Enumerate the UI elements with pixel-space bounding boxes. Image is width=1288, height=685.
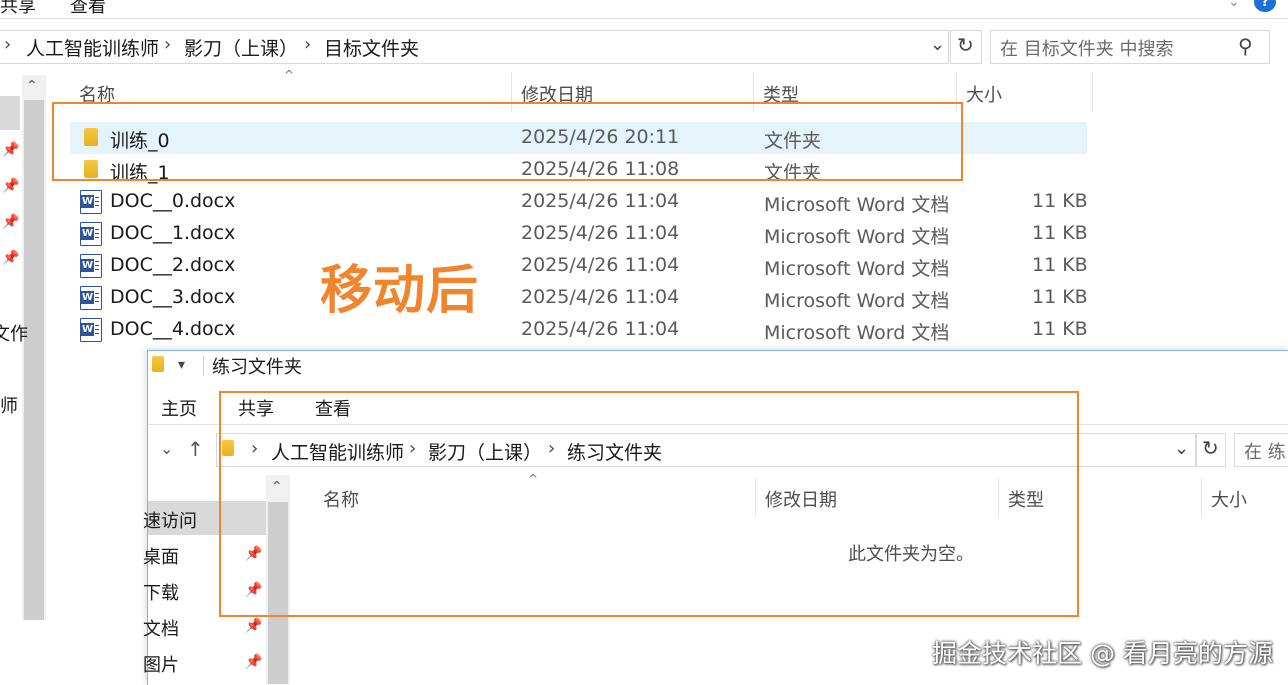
refresh-button[interactable]: ↻	[950, 30, 982, 64]
column-divider[interactable]	[1092, 72, 1093, 112]
file-date: 2025/4/26 11:04	[521, 222, 680, 244]
pin-icon[interactable]: 📌	[2, 250, 19, 266]
file-date: 2025/4/26 11:04	[521, 286, 680, 308]
file-size: 11 KB	[1032, 190, 1088, 212]
file-type: Microsoft Word 文档	[764, 194, 950, 216]
chevron-right-icon[interactable]: ›	[4, 34, 11, 55]
search-icon[interactable]: ⚲	[1238, 34, 1253, 58]
breadcrumb-item[interactable]: 目标文件夹	[324, 34, 419, 61]
nav-item-downloads[interactable]: 下载	[143, 579, 179, 605]
file-size: 11 KB	[1032, 286, 1088, 308]
file-type: Microsoft Word 文档	[764, 258, 950, 280]
word-doc-icon: W	[80, 190, 102, 214]
pin-icon[interactable]: 📌	[2, 178, 19, 194]
word-doc-icon: W	[80, 286, 102, 310]
file-name: DOC__0.docx	[110, 190, 236, 212]
file-name: DOC__3.docx	[110, 286, 236, 308]
right-edge-panel	[1270, 62, 1288, 392]
annotation-label: 移动后	[320, 261, 480, 321]
chevron-right-icon[interactable]: ›	[164, 34, 171, 55]
file-date: 2025/4/26 11:04	[521, 190, 680, 212]
file-type: Microsoft Word 文档	[764, 290, 950, 312]
folder-icon	[152, 356, 164, 372]
column-header-size[interactable]: 大小	[1211, 486, 1247, 512]
scroll-up-icon[interactable]: ⌃	[26, 78, 38, 94]
title-divider	[203, 356, 204, 376]
breadcrumb-item[interactable]: 人工智能训练师	[26, 34, 159, 61]
file-date: 2025/4/26 11:04	[521, 254, 680, 276]
address-dropdown-icon[interactable]: ⌄	[930, 34, 945, 55]
column-divider[interactable]	[1201, 478, 1202, 516]
word-doc-icon: W	[80, 254, 102, 278]
pin-icon[interactable]: 📌	[2, 142, 19, 158]
nav-item-desktop[interactable]: 桌面	[143, 543, 179, 569]
nav-item-documents[interactable]: 文档	[143, 615, 179, 641]
breadcrumb-item[interactable]: 影刀（上课）	[184, 34, 298, 61]
refresh-button[interactable]: ↻	[1196, 433, 1226, 467]
watermark: 掘金技术社区 @ 看月亮的方源	[932, 639, 1273, 668]
nav-scrollbar-thumb[interactable]	[24, 100, 44, 620]
address-dropdown-icon[interactable]: ⌄	[1174, 438, 1189, 459]
sort-ascending-icon: ^	[284, 68, 295, 82]
word-doc-icon: W	[80, 222, 102, 246]
ribbon-tab-home[interactable]: 主页	[161, 395, 197, 421]
pin-icon[interactable]: 📌	[245, 618, 262, 634]
file-size: 11 KB	[1032, 318, 1088, 340]
ribbon-tab-bar	[0, 0, 1288, 19]
word-doc-icon: W	[80, 318, 102, 342]
nav-item-quick-access[interactable]: 速访问	[143, 507, 197, 533]
file-type: Microsoft Word 文档	[764, 322, 950, 344]
ribbon-tab-share[interactable]: 共享	[0, 0, 36, 18]
pin-icon[interactable]: 📌	[245, 654, 262, 670]
nav-item-label[interactable]: 文作	[0, 320, 28, 346]
search-placeholder: 在 目标文件夹 中搜索	[1000, 39, 1174, 60]
file-name: DOC__2.docx	[110, 254, 236, 276]
file-date: 2025/4/26 11:04	[521, 318, 680, 340]
file-name: DOC__1.docx	[110, 222, 236, 244]
chevron-right-icon[interactable]: ›	[304, 34, 311, 55]
refresh-icon: ↻	[957, 33, 974, 57]
highlight-box	[52, 102, 963, 181]
recent-locations-icon[interactable]: ⌄	[160, 439, 173, 458]
ribbon-tab-view[interactable]: 查看	[70, 0, 106, 18]
file-size: 11 KB	[1032, 254, 1088, 276]
chevron-down-icon[interactable]: ⌄	[1228, 0, 1240, 10]
refresh-icon: ↻	[1202, 436, 1219, 460]
file-type: Microsoft Word 文档	[764, 226, 950, 248]
pin-icon[interactable]: 📌	[2, 214, 19, 230]
column-header-size[interactable]: 大小	[966, 81, 1002, 107]
nav-item-label[interactable]: 师	[0, 392, 18, 418]
highlight-box	[219, 391, 1079, 617]
nav-item-pictures[interactable]: 图片	[143, 651, 179, 677]
file-size: 11 KB	[1032, 222, 1088, 244]
up-arrow-icon[interactable]: ↑	[187, 437, 204, 461]
quick-access-dropdown-icon[interactable]: ▾	[178, 357, 185, 373]
nav-selected-item[interactable]	[0, 96, 20, 130]
file-name: DOC__4.docx	[110, 318, 236, 340]
search-placeholder: 在 练	[1244, 442, 1286, 463]
window-title: 练习文件夹	[212, 357, 302, 378]
